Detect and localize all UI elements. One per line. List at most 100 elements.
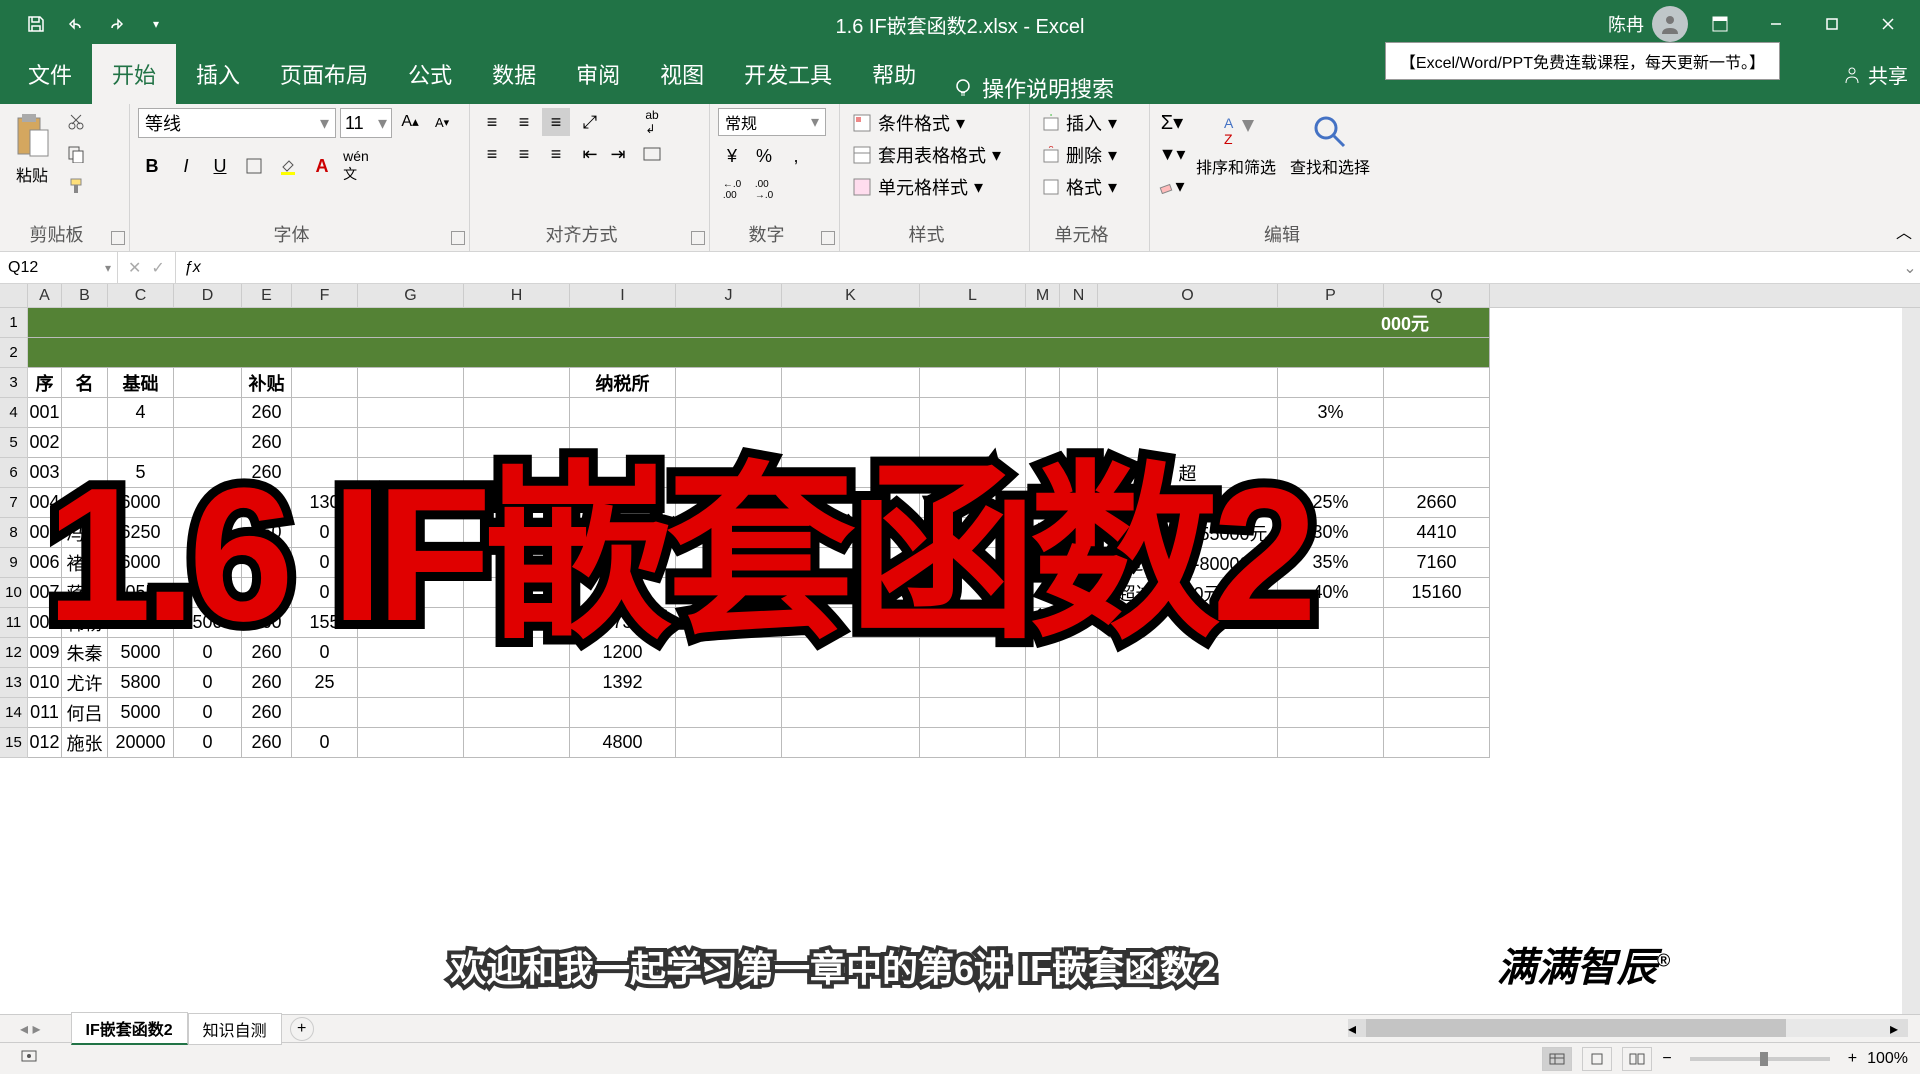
- col-header[interactable]: N: [1060, 284, 1098, 307]
- row-header[interactable]: 2: [0, 338, 28, 368]
- fill-color-button[interactable]: [274, 152, 302, 180]
- save-button[interactable]: [20, 8, 52, 40]
- table-cell[interactable]: 5000: [108, 698, 174, 728]
- table-cell[interactable]: [782, 728, 920, 758]
- horizontal-scrollbar[interactable]: ◂▸: [1348, 1019, 1908, 1037]
- tab-insert[interactable]: 插入: [176, 44, 260, 104]
- row-header[interactable]: 13: [0, 668, 28, 698]
- table-cell[interactable]: [676, 698, 782, 728]
- page-break-view-button[interactable]: [1622, 1047, 1652, 1071]
- indent-dec[interactable]: ⇤: [576, 140, 604, 168]
- table-cell[interactable]: [1384, 698, 1490, 728]
- zoom-level[interactable]: 100%: [1867, 1050, 1908, 1068]
- delete-cells-button[interactable]: ×删除▾: [1038, 140, 1141, 170]
- fill-button[interactable]: ▼▾: [1158, 140, 1186, 168]
- table-cell[interactable]: [676, 728, 782, 758]
- table-cell[interactable]: [1384, 428, 1490, 458]
- font-color-button[interactable]: A: [308, 152, 336, 180]
- col-header[interactable]: D: [174, 284, 242, 307]
- format-painter-button[interactable]: [62, 172, 90, 200]
- table-cell[interactable]: 20000: [108, 728, 174, 758]
- align-top[interactable]: ≡: [478, 108, 506, 136]
- normal-view-button[interactable]: [1542, 1047, 1572, 1071]
- table-format-button[interactable]: 套用表格格式▾: [848, 140, 1021, 170]
- name-box[interactable]: Q12: [0, 252, 118, 283]
- col-header[interactable]: P: [1278, 284, 1384, 307]
- row-header[interactable]: 15: [0, 728, 28, 758]
- row-header[interactable]: 8: [0, 518, 28, 548]
- insert-cells-button[interactable]: +插入▾: [1038, 108, 1141, 138]
- table-cell[interactable]: [1384, 638, 1490, 668]
- row-header[interactable]: 4: [0, 398, 28, 428]
- phonetic-button[interactable]: wén文: [342, 152, 370, 180]
- table-cell[interactable]: [1278, 728, 1384, 758]
- tab-help[interactable]: 帮助: [852, 44, 936, 104]
- wrap-text-button[interactable]: ab↲: [638, 108, 666, 136]
- sheet-nav[interactable]: ◂ ▸: [20, 1019, 41, 1039]
- table-cell[interactable]: [920, 728, 1026, 758]
- table-cell[interactable]: 011: [28, 698, 62, 728]
- table-cell[interactable]: 0: [174, 698, 242, 728]
- table-cell[interactable]: [1384, 668, 1490, 698]
- row-header[interactable]: 10: [0, 578, 28, 608]
- table-cell[interactable]: [1384, 608, 1490, 638]
- table-cell[interactable]: [1026, 698, 1060, 728]
- table-cell[interactable]: 4800: [570, 728, 676, 758]
- align-middle[interactable]: ≡: [510, 108, 538, 136]
- table-cell[interactable]: 施张: [62, 728, 108, 758]
- table-cell[interactable]: [464, 698, 570, 728]
- align-dialog-launcher[interactable]: [691, 231, 705, 245]
- col-header[interactable]: J: [676, 284, 782, 307]
- share-button[interactable]: 共享: [1842, 60, 1908, 89]
- cut-button[interactable]: [62, 108, 90, 136]
- sheet-tab-1[interactable]: IF嵌套函数2: [71, 1012, 188, 1045]
- font-size-select[interactable]: 11▾: [340, 108, 392, 138]
- table-cell[interactable]: 15160: [1384, 578, 1490, 608]
- redo-button[interactable]: [100, 8, 132, 40]
- enter-formula-button[interactable]: ✓: [151, 258, 164, 278]
- indent-inc[interactable]: ⇥: [604, 140, 632, 168]
- table-cell[interactable]: [292, 698, 358, 728]
- merge-button[interactable]: [638, 140, 666, 168]
- tab-data[interactable]: 数据: [472, 44, 556, 104]
- italic-button[interactable]: I: [172, 152, 200, 180]
- percent-button[interactable]: %: [750, 142, 778, 170]
- row-header[interactable]: 7: [0, 488, 28, 518]
- inc-decimal[interactable]: ←.0.00: [718, 176, 746, 204]
- minimize-button[interactable]: [1752, 4, 1800, 44]
- table-cell[interactable]: [1026, 728, 1060, 758]
- row-header[interactable]: 12: [0, 638, 28, 668]
- col-header[interactable]: M: [1026, 284, 1060, 307]
- clear-button[interactable]: ▾: [1158, 172, 1186, 200]
- table-cell[interactable]: [1384, 458, 1490, 488]
- tell-me-search[interactable]: 操作说明搜索: [936, 72, 1130, 104]
- align-left[interactable]: ≡: [478, 140, 506, 168]
- font-name-select[interactable]: 等线▾: [138, 108, 336, 138]
- tab-file[interactable]: 文件: [8, 44, 92, 104]
- table-cell[interactable]: [1384, 398, 1490, 428]
- orientation-button[interactable]: ⤢: [576, 108, 604, 136]
- table-cell[interactable]: 7160: [1384, 548, 1490, 578]
- table-cell[interactable]: [920, 698, 1026, 728]
- font-dialog-launcher[interactable]: [451, 231, 465, 245]
- paste-button[interactable]: 粘贴: [8, 108, 56, 190]
- table-cell[interactable]: [1098, 698, 1278, 728]
- tab-layout[interactable]: 页面布局: [260, 44, 388, 104]
- table-cell[interactable]: [1098, 728, 1278, 758]
- record-macro-icon[interactable]: [20, 1047, 38, 1070]
- tab-formulas[interactable]: 公式: [388, 44, 472, 104]
- fx-label[interactable]: ƒx: [176, 252, 209, 283]
- row-header[interactable]: 9: [0, 548, 28, 578]
- formula-bar[interactable]: [209, 252, 1900, 283]
- comma-button[interactable]: ,: [782, 142, 810, 170]
- row-header[interactable]: 6: [0, 458, 28, 488]
- col-header[interactable]: I: [570, 284, 676, 307]
- col-header[interactable]: B: [62, 284, 108, 307]
- number-dialog-launcher[interactable]: [821, 231, 835, 245]
- tab-review[interactable]: 审阅: [556, 44, 640, 104]
- conditional-format-button[interactable]: 条件格式▾: [848, 108, 1021, 138]
- tab-home[interactable]: 开始: [92, 44, 176, 104]
- close-button[interactable]: [1864, 4, 1912, 44]
- table-cell[interactable]: 0: [174, 728, 242, 758]
- vertical-scrollbar[interactable]: [1902, 308, 1920, 1014]
